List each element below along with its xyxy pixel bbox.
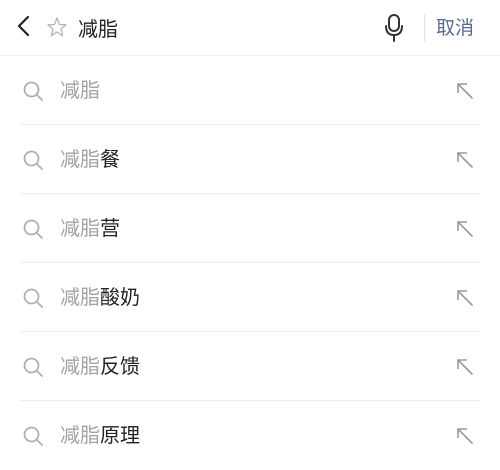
suggestion-item[interactable]: 减脂 [20,56,480,125]
search-icon [23,150,43,170]
header-divider [424,14,425,42]
suggestion-completion-text: 原理 [100,423,140,447]
suggestion-completion-text: 酸奶 [100,285,140,309]
search-input[interactable] [78,10,368,44]
suggestion-query-text: 减脂 [60,216,100,240]
suggestion-item[interactable]: 减脂营 [20,194,480,263]
suggestion-query-text: 减脂 [60,285,100,309]
suggestion-item[interactable]: 减脂餐 [20,125,480,194]
suggestion-label: 减脂酸奶 [60,263,140,332]
search-icon [23,357,43,377]
fill-query-arrow-icon[interactable] [454,287,476,309]
suggestion-label: 减脂反馈 [60,332,140,401]
suggestion-label: 减脂餐 [60,125,120,194]
search-icon [23,219,43,239]
suggestion-item[interactable]: 减脂反馈 [20,332,480,401]
search-icon [23,426,43,446]
search-icon [23,81,43,101]
suggestion-completion-text: 营 [100,216,120,240]
suggestion-list: 减脂 减脂餐 减脂营 减脂酸奶 减脂反馈 减脂原理 [0,56,500,470]
suggestion-label: 减脂营 [60,194,120,263]
suggestion-completion-text: 反馈 [100,354,140,378]
suggestion-completion-text: 餐 [100,147,120,171]
fill-query-arrow-icon[interactable] [454,80,476,102]
suggestion-query-text: 减脂 [60,423,100,447]
fill-query-arrow-icon[interactable] [454,218,476,240]
voice-input-button[interactable] [380,12,408,44]
suggestion-query-text: 减脂 [60,354,100,378]
fill-query-arrow-icon[interactable] [454,356,476,378]
cancel-button[interactable]: 取消 [436,13,474,43]
suggestion-label: 减脂 [60,56,100,125]
suggestion-label: 减脂原理 [60,401,140,470]
suggestion-item[interactable]: 减脂原理 [20,401,480,470]
star-outline-icon [47,17,67,37]
search-icon [23,288,43,308]
search-header: 取消 [0,0,500,56]
suggestion-query-text: 减脂 [60,78,100,102]
chevron-left-icon [17,15,30,37]
microphone-icon [385,14,403,42]
suggestion-query-text: 减脂 [60,147,100,171]
fill-query-arrow-icon[interactable] [454,425,476,447]
fill-query-arrow-icon[interactable] [454,149,476,171]
back-button[interactable] [8,10,40,42]
suggestion-item[interactable]: 减脂酸奶 [20,263,480,332]
